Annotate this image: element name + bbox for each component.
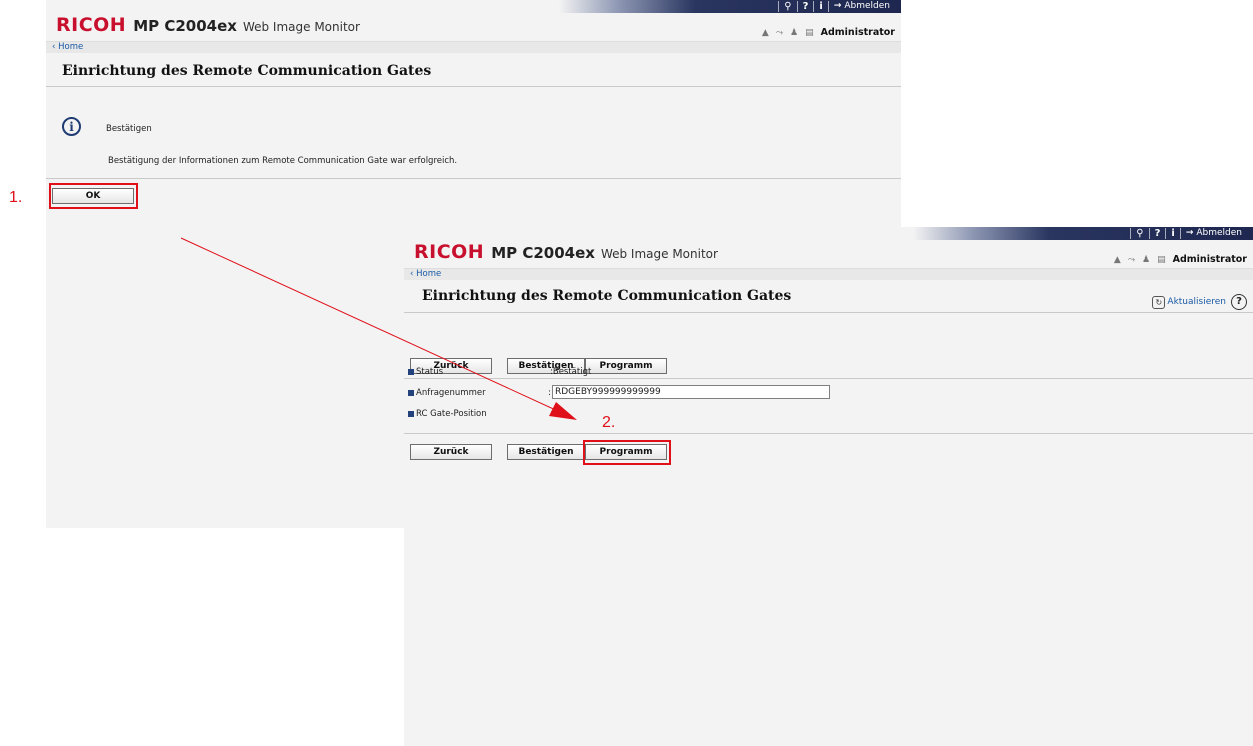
arrow-head-icon xyxy=(549,402,577,420)
step-arrow xyxy=(180,237,577,420)
arrow-line xyxy=(180,237,561,413)
